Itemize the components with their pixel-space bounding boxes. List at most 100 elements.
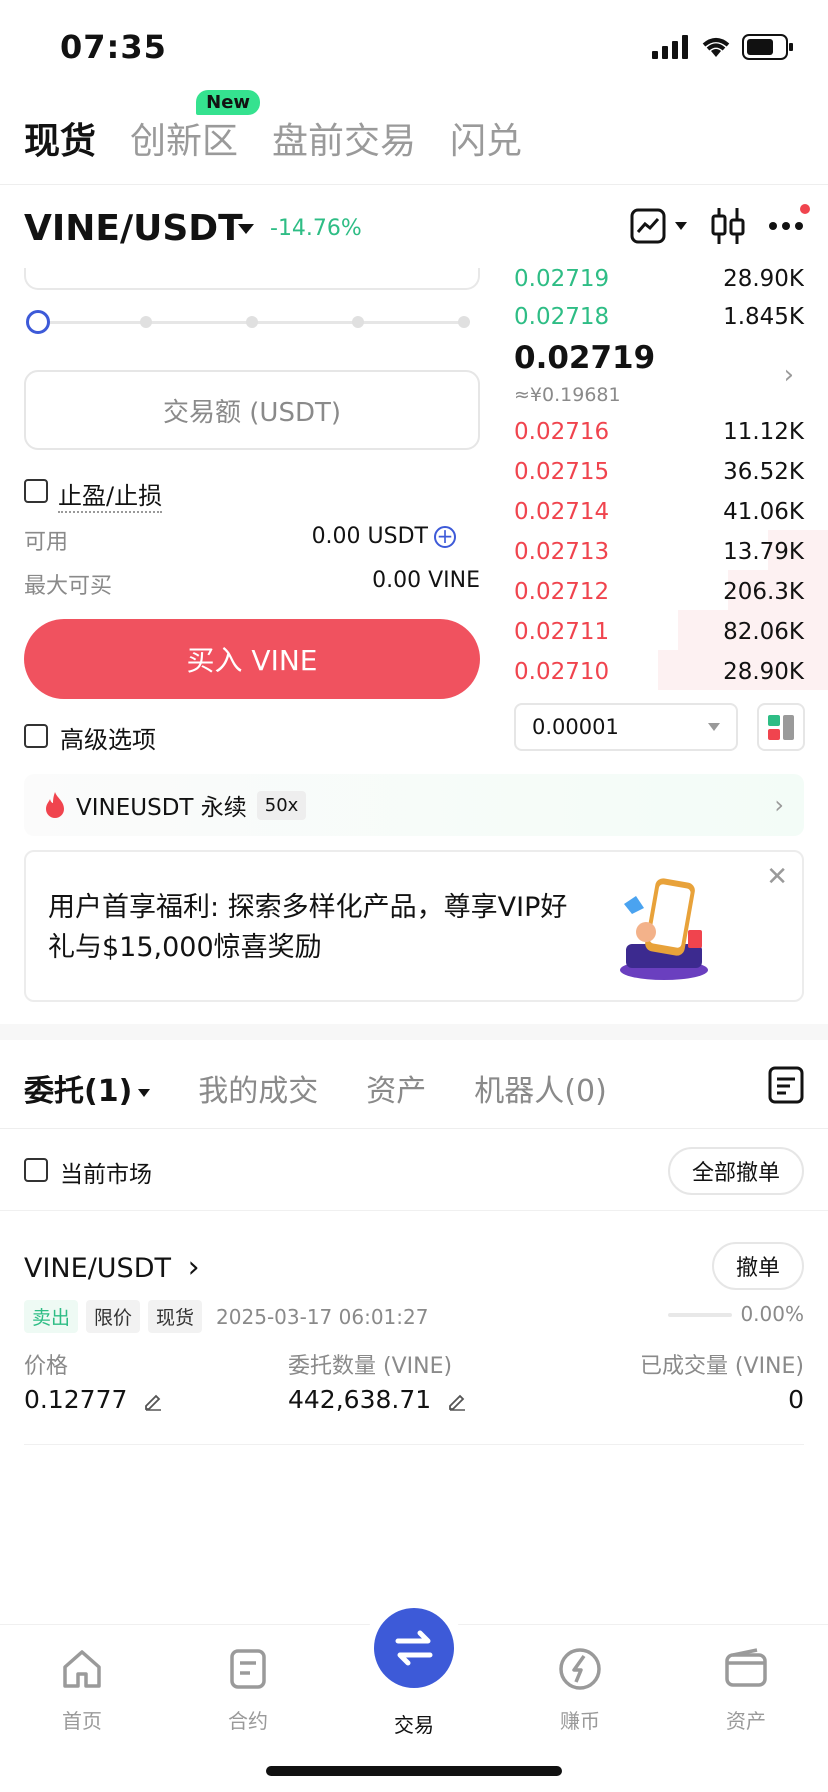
chart-toggle-button[interactable] (630, 208, 688, 244)
orderbook-ask-row[interactable]: 0.02716 11.12K (514, 417, 804, 447)
promo-text: 用户首享福利: 探索多样化产品，尊享VIP好礼与$15,000惊喜奖励 (48, 892, 568, 963)
tab-open-orders-label: 委托(1) (24, 1074, 133, 1109)
contract-icon (230, 1649, 266, 1689)
price-label: 价格 (24, 1354, 69, 1379)
ask-price: 0.02710 (514, 659, 610, 685)
bid-qty: 28.90K (723, 266, 804, 292)
ask-price: 0.02712 (514, 579, 610, 605)
tick-size-select[interactable]: 0.00001 (514, 703, 738, 751)
tab-open-orders[interactable]: 委托(1) (24, 1066, 151, 1110)
fill-progress-bar (668, 1313, 732, 1317)
pair-caret-icon[interactable] (238, 224, 254, 234)
current-market-label[interactable]: 当前市场 (60, 1155, 152, 1189)
order-tags: 卖出 限价 现货 2025-03-17 06:01:27 (24, 1300, 428, 1333)
edit-icon[interactable] (143, 1391, 163, 1411)
slider-step[interactable] (246, 316, 258, 328)
tab-bots[interactable]: 机器人(0) (474, 1066, 607, 1110)
wifi-icon (702, 38, 730, 57)
available-value: 0.00 USDT + (312, 524, 456, 549)
notification-dot (800, 204, 810, 214)
order-tabs: 委托(1) 我的成交 资产 机器人(0) (24, 1066, 607, 1110)
buy-button[interactable]: 买入 VINE (24, 619, 480, 699)
tab-premarket[interactable]: 盘前交易 (272, 112, 416, 164)
orderbook-ask-row[interactable]: 0.02715 36.52K (514, 457, 804, 487)
perpetual-banner[interactable]: VINEUSDT 永续 50x › (24, 774, 804, 836)
slider-handle[interactable] (26, 310, 50, 334)
divider (0, 1128, 828, 1129)
earn-icon (559, 1648, 601, 1690)
deposit-plus-icon[interactable]: + (434, 525, 456, 548)
advanced-checkbox[interactable] (24, 724, 48, 748)
close-icon[interactable]: ✕ (766, 862, 788, 892)
filled-label: 已成交量 (VINE) (639, 1354, 804, 1379)
slider-step[interactable] (140, 316, 152, 328)
more-icon[interactable] (768, 221, 804, 231)
nav-trade[interactable]: 交易 (364, 1709, 464, 1738)
chevron-down-icon (708, 723, 720, 731)
ask-qty: 82.06K (723, 619, 804, 645)
header-actions (630, 206, 804, 246)
cancel-all-button[interactable]: 全部撤单 (667, 1147, 804, 1195)
ask-qty: 11.12K (723, 419, 804, 445)
orderbook-ask-row[interactable]: 0.02711 82.06K (514, 617, 804, 647)
price-input[interactable] (24, 268, 480, 290)
last-price: 0.02719 (514, 340, 656, 376)
trade-amount-input[interactable]: 交易额 (USDT) (24, 370, 480, 450)
candlestick-icon[interactable] (710, 206, 746, 246)
chevron-right-icon[interactable]: › (784, 360, 794, 390)
nav-earn[interactable]: 赚币 (530, 1641, 630, 1734)
orderbook-ask-row[interactable]: 0.02714 41.06K (514, 497, 804, 527)
orderbook-ask-row[interactable]: 0.02712 206.3K (514, 577, 804, 607)
market-badge: 现货 (148, 1300, 203, 1333)
bid-price: 0.02718 (514, 304, 610, 330)
tab-spot[interactable]: 现货 (24, 112, 96, 164)
filled-value: 0 (788, 1385, 804, 1414)
tab-assets[interactable]: 资产 (366, 1066, 426, 1110)
nav-assets[interactable]: 资产 (696, 1641, 796, 1734)
tab-innovation[interactable]: 创新区 New (130, 90, 261, 164)
trade-fab-button[interactable] (374, 1608, 454, 1688)
order-pair-link[interactable]: VINE/USDT › (24, 1250, 200, 1285)
slider-step[interactable] (352, 316, 364, 328)
ask-qty: 28.90K (723, 659, 804, 685)
orderbook-layout-button[interactable] (757, 703, 805, 751)
divider (0, 1210, 828, 1211)
orderbook-ask-row[interactable]: 0.02710 28.90K (514, 657, 804, 687)
slider-step[interactable] (458, 316, 470, 328)
tab-my-trades[interactable]: 我的成交 (198, 1066, 318, 1110)
edit-icon[interactable] (447, 1391, 467, 1411)
price-value: 0.12777 (24, 1385, 163, 1414)
ask-qty: 13.79K (723, 539, 804, 565)
orderbook-bid-row[interactable]: 0.02718 1.845K (514, 302, 804, 332)
pair-selector[interactable]: VINE/USDT (24, 208, 243, 249)
top-tabs: 现货 创新区 New 盘前交易 闪兑 (24, 90, 522, 164)
status-time: 07:35 (60, 28, 167, 66)
divider (0, 184, 828, 185)
new-badge: New (196, 90, 261, 115)
ask-price: 0.02713 (514, 539, 610, 565)
tpsl-checkbox[interactable] (24, 479, 48, 503)
tpsl-label[interactable]: 止盈/止损 (58, 476, 163, 513)
cancel-order-button[interactable]: 撤单 (711, 1242, 804, 1290)
nav-trade-label: 交易 (394, 1713, 434, 1737)
advanced-label[interactable]: 高级选项 (60, 720, 156, 755)
nav-futures[interactable]: 合约 (198, 1641, 298, 1734)
swap-arrows-icon (395, 1630, 433, 1666)
current-market-checkbox[interactable] (24, 1158, 48, 1182)
nav-home[interactable]: 首页 (32, 1641, 132, 1734)
orderbook-ask-row[interactable]: 0.02713 13.79K (514, 537, 804, 567)
orderbook-bid-row[interactable]: 0.02719 28.90K (514, 264, 804, 292)
order-history-icon[interactable] (768, 1066, 804, 1104)
nav-assets-label: 资产 (726, 1709, 766, 1733)
chevron-right-icon: › (774, 791, 784, 819)
wallet-icon (725, 1648, 767, 1687)
section-divider (0, 1024, 828, 1040)
perpetual-label: VINEUSDT 永续 (76, 795, 247, 821)
tab-convert[interactable]: 闪兑 (450, 112, 522, 164)
status-icons (652, 34, 794, 60)
nav-futures-label: 合约 (228, 1709, 268, 1733)
chart-icon (630, 208, 666, 244)
promo-card[interactable]: 用户首享福利: 探索多样化产品，尊享VIP好礼与$15,000惊喜奖励 ✕ (24, 850, 804, 1002)
amount-value: 442,638.71 (288, 1385, 467, 1414)
bid-qty: 1.845K (723, 304, 804, 330)
